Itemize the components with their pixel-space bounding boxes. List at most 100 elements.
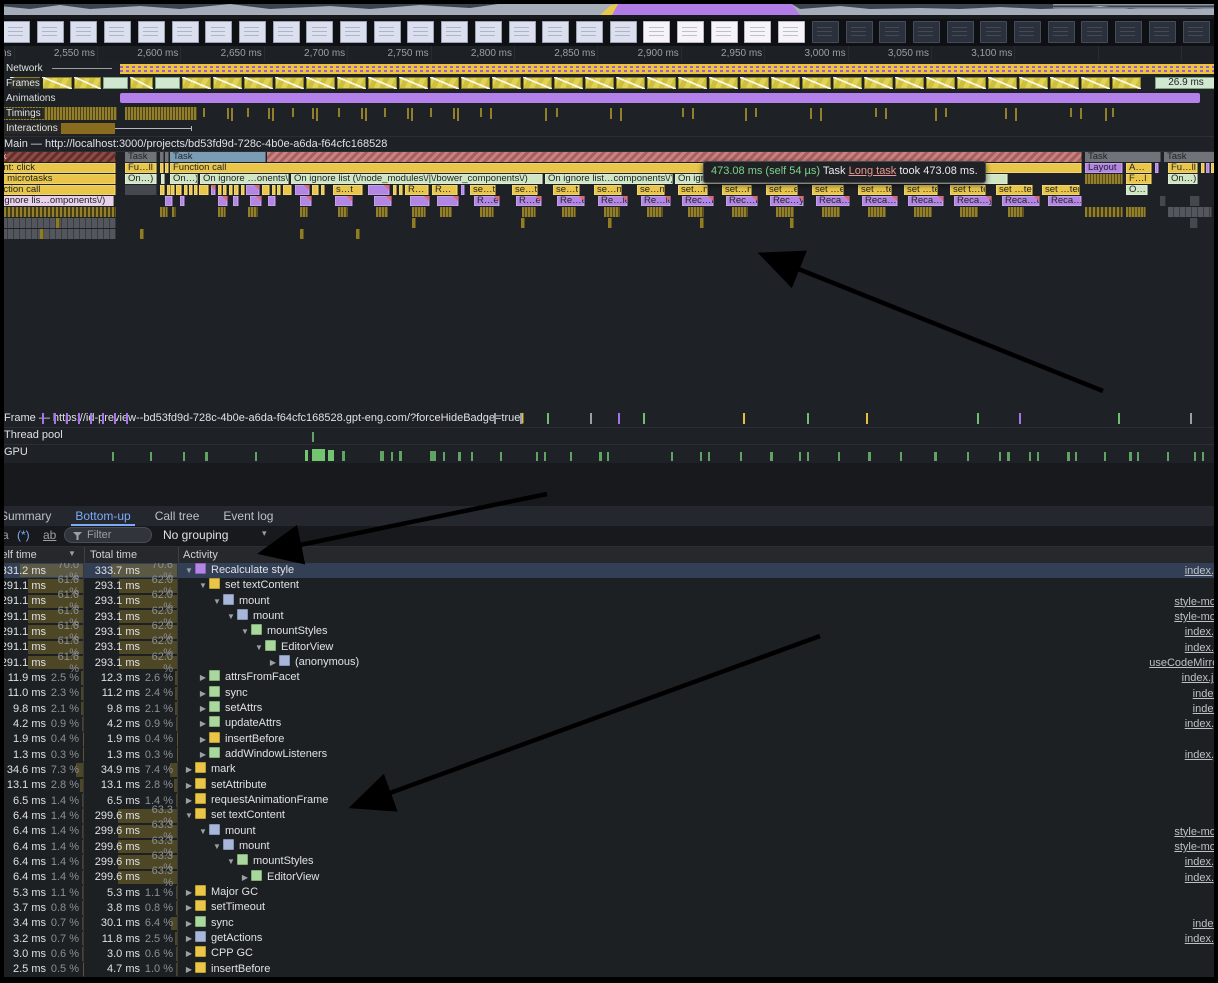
flame-bar[interactable] <box>218 196 228 206</box>
activity-label[interactable]: sync <box>211 917 234 929</box>
expand-arrow-icon[interactable]: ▶ <box>239 870 251 885</box>
activity-cell[interactable]: ▼EditorViewindex.js <box>178 640 1218 655</box>
flame-bar[interactable] <box>194 185 198 195</box>
flame-bar[interactable] <box>56 218 60 228</box>
flame-bar[interactable] <box>241 185 245 195</box>
filmstrip-thumbnail[interactable] <box>475 21 502 43</box>
flame-bar[interactable] <box>160 207 168 217</box>
table-row[interactable]: 291.1 ms61.6 %293.1 ms62.0 %▼mountstyle-… <box>0 594 1218 609</box>
animation-bar[interactable] <box>120 93 1200 103</box>
table-row[interactable]: 291.1 ms61.6 %293.1 ms62.0 %▼mountstyle-… <box>0 609 1218 624</box>
expand-arrow-icon[interactable]: ▶ <box>183 778 195 793</box>
activity-cell[interactable]: ▶CPP GC <box>178 946 1218 961</box>
flame-bar[interactable] <box>262 185 270 195</box>
activity-label[interactable]: getActions <box>211 932 262 944</box>
flame-bar[interactable]: On ignore list (\/node_modules\/|\/bower… <box>291 174 543 184</box>
activity-label[interactable]: setAttrs <box>225 702 262 714</box>
flame-bar[interactable] <box>233 196 239 206</box>
filmstrip-thumbnail[interactable] <box>172 21 199 43</box>
activity-label[interactable]: mark <box>211 763 235 775</box>
filmstrip-thumbnail[interactable] <box>610 21 637 43</box>
frame-segment[interactable] <box>647 77 676 89</box>
filmstrip-thumbnail[interactable] <box>104 21 131 43</box>
filmstrip-thumbnail[interactable] <box>846 21 873 43</box>
frame-segment[interactable] <box>802 77 831 89</box>
source-link[interactable]: style-mod <box>1174 610 1218 625</box>
flame-bar[interactable] <box>412 218 416 228</box>
frame-segment[interactable] <box>213 77 242 89</box>
flame-bar[interactable] <box>732 207 748 217</box>
activity-label[interactable]: attrsFromFacet <box>225 671 300 683</box>
table-row[interactable]: 1.3 ms0.3 %1.3 ms0.3 %▶addWindowListener… <box>0 747 1218 762</box>
grouping-dropdown-icon[interactable]: ▾ <box>262 528 267 539</box>
whole-word-toggle[interactable]: ab <box>43 528 56 542</box>
flame-bar[interactable] <box>1190 196 1200 206</box>
flame-bar[interactable] <box>160 185 165 195</box>
flame-bar[interactable]: Task <box>170 152 266 162</box>
table-row[interactable]: 6.4 ms1.4 %299.6 ms63.3 %▶EditorViewinde… <box>0 870 1218 885</box>
flame-bar[interactable] <box>300 207 308 217</box>
table-row[interactable]: 4.2 ms0.9 %4.2 ms0.9 %▶updateAttrsindex.… <box>0 716 1218 731</box>
filmstrip-thumbnail[interactable] <box>1183 21 1210 43</box>
table-row[interactable]: 9.8 ms2.1 %9.8 ms2.1 %▶setAttrsindex. <box>0 701 1218 716</box>
filmstrip-thumbnail[interactable] <box>306 21 333 43</box>
flame-bar[interactable]: Reca…tyle <box>1002 196 1040 206</box>
flame-bar[interactable] <box>199 185 209 195</box>
frame-segment[interactable] <box>1112 77 1141 89</box>
source-link[interactable]: index.js <box>1185 855 1218 870</box>
flame-bar[interactable] <box>272 185 276 195</box>
flame-bar[interactable] <box>246 185 260 195</box>
activity-cell[interactable]: ▼mountstyle-mod <box>178 839 1218 854</box>
flame-bar[interactable]: Reca…yle <box>816 196 850 206</box>
main-flame-chart[interactable]: TaskTaskTaskTaskTaskEvent: clickFu…llFun… <box>0 152 1218 251</box>
flame-bar[interactable]: Fu…ll <box>1168 163 1198 173</box>
flame-bar[interactable]: se…t <box>512 185 538 195</box>
table-header-row[interactable]: Self time ▼ Total time Activity <box>0 547 1218 564</box>
expand-arrow-icon[interactable]: ▶ <box>197 747 209 762</box>
table-row[interactable]: 6.4 ms1.4 %299.6 ms63.3 %▼mountstyle-mod <box>0 824 1218 839</box>
flame-bar[interactable] <box>1211 163 1215 173</box>
frame-segment[interactable] <box>771 77 800 89</box>
flame-bar[interactable]: Event: click <box>0 163 116 173</box>
flame-bar[interactable]: set …tent <box>904 185 938 195</box>
source-link[interactable]: index.js <box>1185 625 1218 640</box>
flame-bar[interactable]: s…t <box>333 185 363 195</box>
flame-bar[interactable] <box>790 218 794 228</box>
source-link[interactable]: index. <box>1193 687 1218 702</box>
flame-bar[interactable]: Fu…ll <box>125 163 157 173</box>
column-divider[interactable] <box>84 547 85 563</box>
filmstrip-thumbnail[interactable] <box>1048 21 1075 43</box>
activity-cell[interactable]: ▼mountStylesindex.js <box>178 624 1218 639</box>
flame-bar[interactable]: Rec…le <box>726 196 758 206</box>
flame-bar[interactable] <box>776 207 794 217</box>
expand-arrow-icon[interactable]: ▶ <box>197 686 209 701</box>
activity-cell[interactable]: ▼mountStylesindex.js <box>178 854 1218 869</box>
activity-cell[interactable]: ▶insertBefore <box>178 962 1218 977</box>
activity-cell[interactable]: ▼mountstyle-mod <box>178 609 1218 624</box>
flame-bar[interactable] <box>211 185 216 195</box>
flame-bar[interactable] <box>223 185 227 195</box>
flame-bar[interactable] <box>229 185 233 195</box>
tab-call-tree[interactable]: Call tree <box>143 506 212 526</box>
filmstrip-thumbnail[interactable] <box>778 21 805 43</box>
flame-bar[interactable] <box>393 185 397 195</box>
activity-cell[interactable]: ▼Recalculate styleindex.js <box>178 563 1218 578</box>
table-row[interactable]: 3.4 ms0.7 %30.1 ms6.4 %▶syncindex. <box>0 916 1218 931</box>
flame-bar[interactable]: On ignore …onents\/) <box>200 174 289 184</box>
cpu-overview-strip[interactable] <box>0 0 1218 15</box>
flame-bar[interactable] <box>356 229 360 239</box>
flame-bar[interactable] <box>822 207 840 217</box>
expand-arrow-icon[interactable]: ▶ <box>267 655 279 670</box>
flame-bar[interactable] <box>647 207 663 217</box>
frame-segment[interactable] <box>678 77 707 89</box>
bottom-panel-toolbar[interactable]: Aa (*) ab Filter No grouping ▾ <box>0 526 1218 547</box>
flame-bar[interactable]: Task <box>0 152 116 162</box>
thread-pool-track[interactable]: Thread pool <box>0 428 1218 445</box>
table-row[interactable]: 3.0 ms0.6 %3.0 ms0.6 %▶CPP GC <box>0 946 1218 961</box>
flame-bar[interactable] <box>160 152 164 162</box>
frame-segment[interactable] <box>1050 77 1079 89</box>
activity-cell[interactable]: ▼mountstyle-mod <box>178 594 1218 609</box>
frame-segment[interactable] <box>1019 77 1048 89</box>
source-link[interactable]: style-mod <box>1174 825 1218 840</box>
filmstrip-thumbnail[interactable] <box>913 21 940 43</box>
